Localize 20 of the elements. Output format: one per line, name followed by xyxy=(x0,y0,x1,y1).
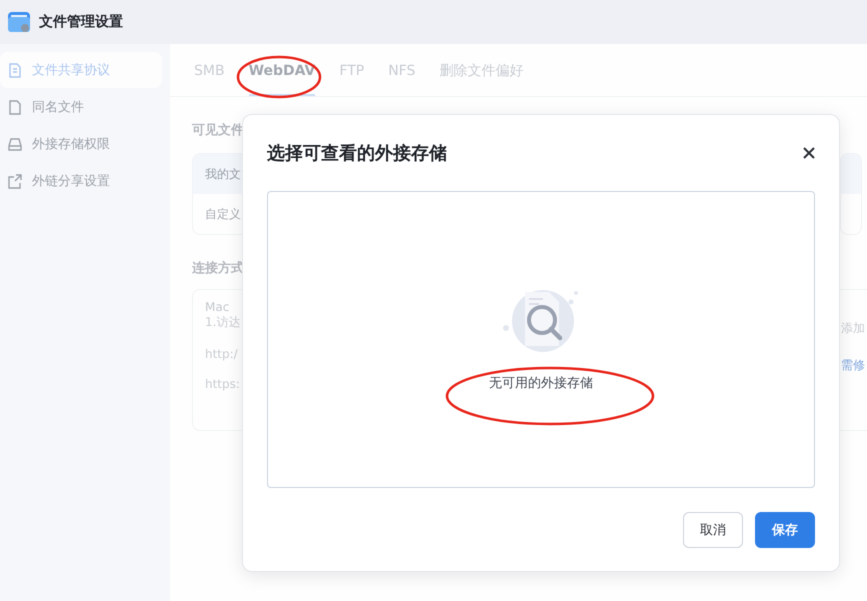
empty-message: 无可用的外接存储 xyxy=(489,375,593,392)
document-icon xyxy=(8,62,22,78)
sidebar-item[interactable]: 文件共享协议 xyxy=(0,52,162,88)
close-icon[interactable] xyxy=(803,147,815,159)
cancel-button[interactable]: 取消 xyxy=(683,512,743,548)
file-icon xyxy=(8,100,22,114)
sidebar-item[interactable]: 外接存储权限 xyxy=(0,126,162,162)
share-icon xyxy=(8,174,22,188)
sidebar-item[interactable]: 外链分享设置 xyxy=(0,163,162,199)
edit-link[interactable]: 需修 xyxy=(841,357,865,374)
platform-label: Mac xyxy=(205,300,230,314)
tab[interactable]: WebDAV xyxy=(248,44,316,96)
window-title: 文件管理设置 xyxy=(39,13,123,31)
folder-icon xyxy=(8,11,30,33)
table-header: 我的文 xyxy=(205,166,241,182)
save-button[interactable]: 保存 xyxy=(755,512,815,548)
drive-icon xyxy=(8,136,22,152)
dialog-title: 选择可查看的外接存储 xyxy=(267,142,447,165)
table-cell: 自定义 xyxy=(205,206,241,222)
sidebar-item[interactable]: 同名文件 xyxy=(0,89,162,125)
